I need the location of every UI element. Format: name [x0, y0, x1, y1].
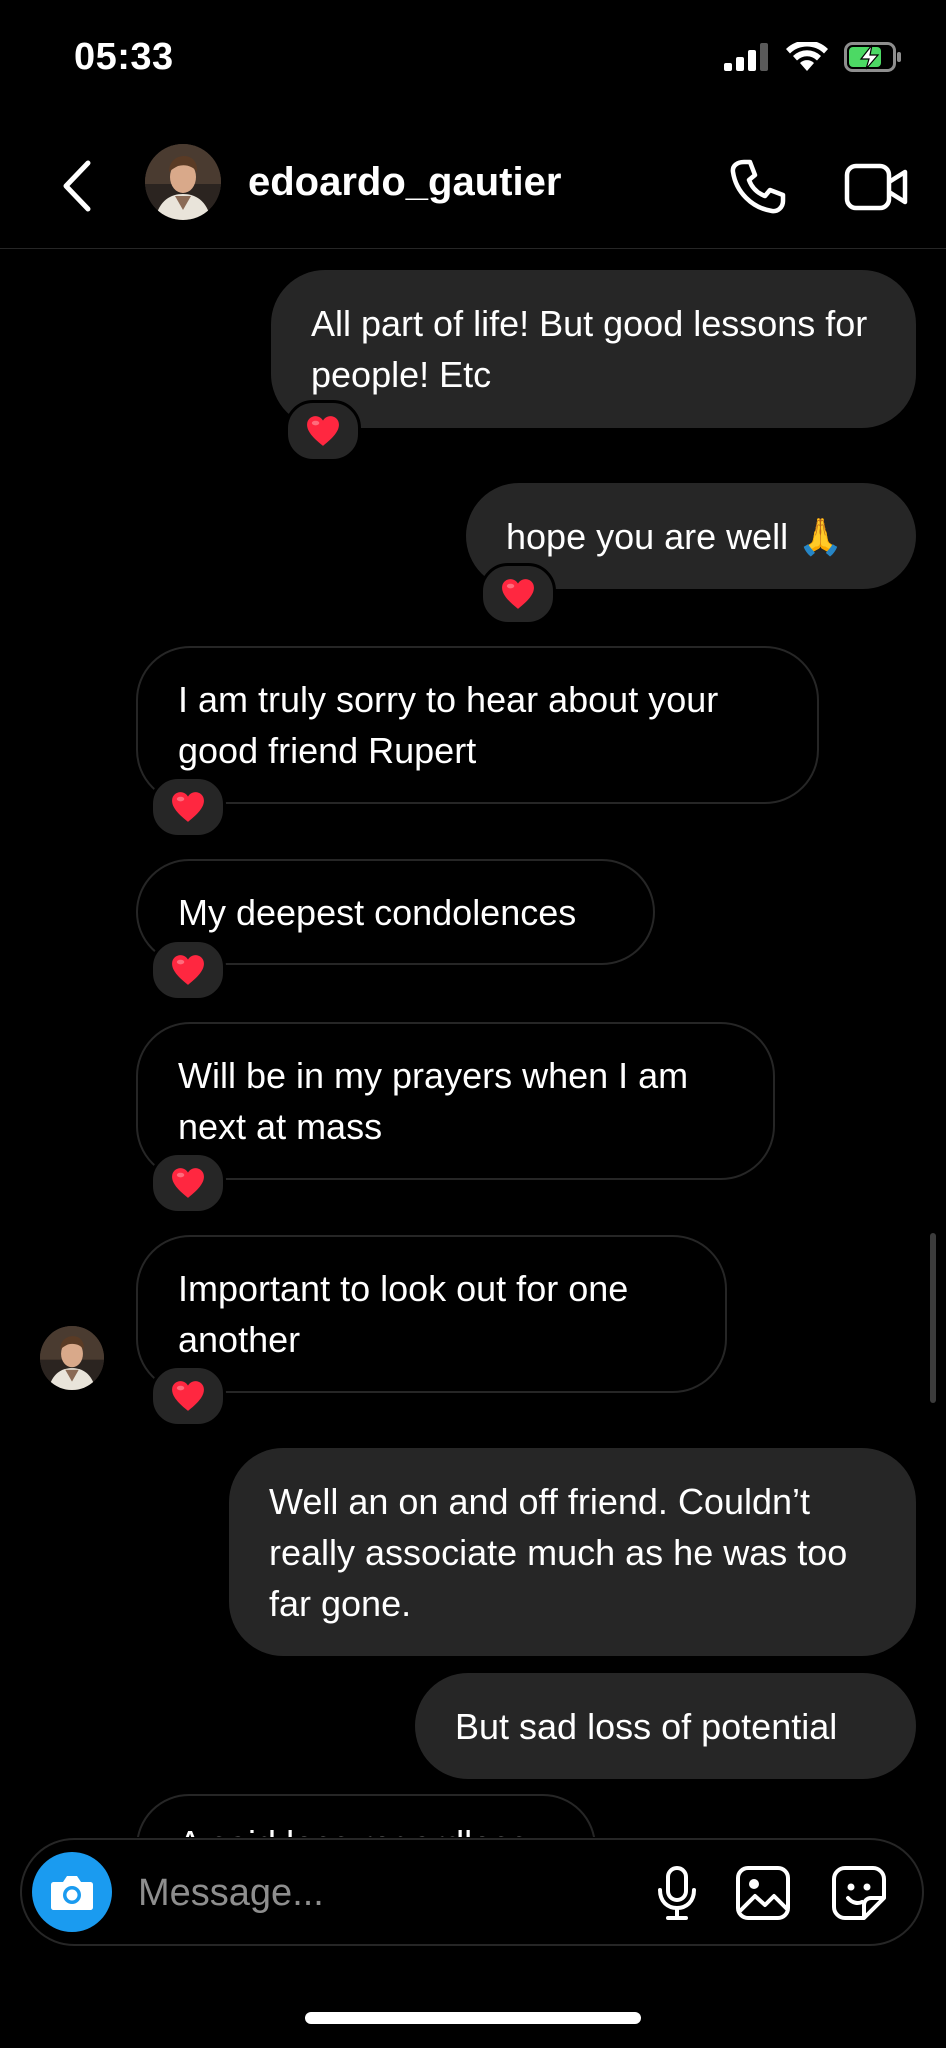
- voice-call-button[interactable]: [726, 156, 788, 218]
- message-bubble-outgoing[interactable]: But sad loss of potential: [415, 1673, 916, 1779]
- message-text: All part of life! But good lessons for p…: [311, 303, 868, 395]
- message-composer: [20, 1838, 924, 1946]
- cellular-signal-icon: [724, 43, 768, 71]
- message-text: But sad loss of potential: [455, 1705, 838, 1747]
- chevron-left-icon: [63, 160, 91, 212]
- wifi-icon: [786, 42, 828, 71]
- sticker-button[interactable]: [830, 1864, 888, 1922]
- heart-icon: [306, 415, 340, 447]
- message-text: I am truly sorry to hear about your good…: [178, 679, 719, 771]
- video-call-button[interactable]: [843, 156, 909, 218]
- status-icons: [724, 42, 902, 72]
- image-icon: [736, 1866, 790, 1920]
- home-indicator[interactable]: [305, 2012, 641, 2024]
- heart-reaction[interactable]: [150, 939, 226, 1001]
- heart-icon: [171, 1167, 205, 1199]
- heart-icon: [171, 791, 205, 823]
- video-camera-icon: [844, 163, 908, 211]
- contact-username[interactable]: edoardo_gautier: [248, 160, 561, 205]
- contact-avatar[interactable]: [145, 144, 221, 220]
- heart-icon: [501, 578, 535, 610]
- message-text: Well an on and off friend. Couldn’t real…: [269, 1480, 848, 1624]
- voice-message-button[interactable]: [648, 1864, 706, 1922]
- message-text: My deepest condolences: [178, 891, 577, 933]
- heart-reaction[interactable]: [150, 776, 226, 838]
- message-input[interactable]: [136, 1864, 620, 1922]
- chat-header: edoardo_gautier: [0, 130, 946, 249]
- status-bar: 05:33: [0, 0, 946, 120]
- message-bubble-incoming[interactable]: Will be in my prayers when I am next at …: [136, 1022, 775, 1180]
- message-thread[interactable]: All part of life! But good lessons for p…: [0, 249, 946, 1837]
- camera-button[interactable]: [32, 1852, 112, 1932]
- message-bubble-incoming[interactable]: A said loss regardless: [136, 1794, 596, 1837]
- sender-avatar[interactable]: [40, 1326, 104, 1390]
- heart-reaction[interactable]: [285, 400, 361, 462]
- heart-icon: [171, 954, 205, 986]
- sticker-icon: [832, 1866, 886, 1920]
- battery-charging-icon: [844, 42, 901, 72]
- heart-reaction[interactable]: [480, 563, 556, 625]
- scroll-indicator[interactable]: [930, 1233, 936, 1403]
- microphone-icon: [658, 1866, 696, 1920]
- heart-reaction[interactable]: [150, 1365, 226, 1427]
- message-text: A said loss regardless: [178, 1818, 528, 1837]
- message-text: Important to look out for one another: [178, 1268, 629, 1360]
- message-bubble-incoming[interactable]: I am truly sorry to hear about your good…: [136, 646, 819, 804]
- message-bubble-outgoing[interactable]: All part of life! But good lessons for p…: [271, 270, 916, 428]
- message-bubble-outgoing[interactable]: Well an on and off friend. Couldn’t real…: [229, 1448, 916, 1656]
- message-text: hope you are well 🙏: [506, 515, 844, 557]
- phone-icon: [730, 159, 786, 214]
- gallery-button[interactable]: [734, 1864, 792, 1922]
- heart-icon: [171, 1380, 205, 1412]
- camera-icon: [51, 1876, 93, 1910]
- message-text: Will be in my prayers when I am next at …: [178, 1055, 689, 1147]
- back-button[interactable]: [52, 156, 102, 216]
- status-time: 05:33: [74, 36, 174, 78]
- heart-reaction[interactable]: [150, 1152, 226, 1214]
- message-bubble-incoming[interactable]: Important to look out for one another: [136, 1235, 727, 1393]
